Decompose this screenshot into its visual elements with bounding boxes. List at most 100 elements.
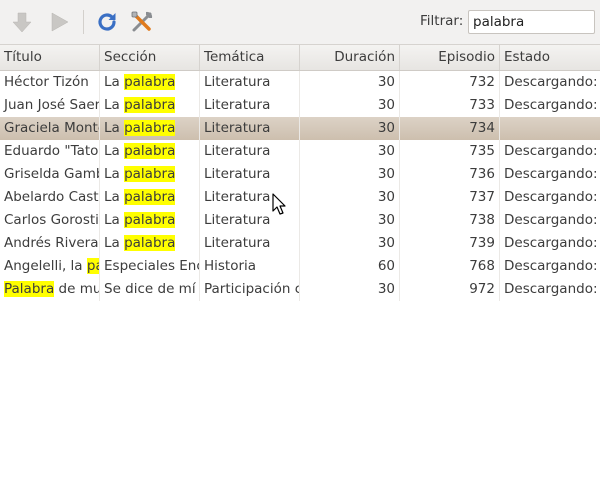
search-highlight: palabra [124, 97, 176, 113]
table-row[interactable]: Palabra de mujerSe dice de míParticipaci… [0, 278, 600, 301]
cell-estado: Descargando: 0 [504, 74, 600, 90]
refresh-button[interactable] [94, 9, 120, 35]
cell-estado: Descargando: 5 [504, 143, 600, 159]
cell-tematica: Literatura [200, 71, 300, 94]
column-header-titulo[interactable]: Título [0, 45, 100, 70]
mouse-pointer-icon [272, 193, 286, 215]
refresh-icon [98, 13, 116, 31]
cell-titulo: Angelelli, la palabra [0, 255, 100, 278]
search-highlight: Palabra [4, 281, 55, 297]
column-header-estado[interactable]: Estado [500, 45, 600, 70]
column-header-tematica[interactable]: Temática [200, 45, 300, 70]
search-highlight: palabra [86, 258, 99, 274]
cell-episodio: 768 [400, 255, 500, 278]
cell-seccion: La palabra [100, 232, 200, 255]
cell-titulo: Graciela Montes [0, 117, 100, 140]
search-highlight: palabra [124, 120, 176, 136]
cell-seccion: La palabra [100, 71, 200, 94]
cell-duracion: 30 [300, 71, 400, 94]
cell-episodio: 734 [400, 117, 500, 140]
cell-duracion: 30 [300, 117, 400, 140]
cell-estado: Descargando: 0 [504, 212, 600, 228]
cell-seccion: La palabra [100, 140, 200, 163]
cell-duracion: 60 [300, 255, 400, 278]
table-header: Título Sección Temática Duración Episodi… [0, 44, 600, 71]
cell-titulo: Héctor Tizón [0, 71, 100, 94]
table-row[interactable]: Andrés Rivera La palabra Literatura 30 739 De… [0, 232, 600, 255]
cell-estado: Descargando: 0 [504, 97, 600, 113]
cell-titulo: Eduardo "Tato" [0, 140, 100, 163]
cell-estado [500, 117, 600, 140]
cell-estado: Descargando: 0 [504, 281, 600, 297]
cell-duracion: 30 [300, 186, 400, 209]
column-header-seccion[interactable]: Sección [100, 45, 200, 70]
cell-duracion: 30 [300, 163, 400, 186]
search-highlight: palabra [124, 166, 176, 182]
cell-duracion: 30 [300, 232, 400, 255]
play-button[interactable] [46, 9, 72, 35]
cell-estado: Descargando: 0 [504, 235, 600, 251]
cell-estado: Descargando: 0 [504, 258, 600, 274]
cell-episodio: 738 [400, 209, 500, 232]
cell-episodio: 972 [400, 278, 500, 301]
episodes-table: Título Sección Temática Duración Episodi… [0, 44, 600, 301]
cell-duracion: 30 [300, 94, 400, 117]
cell-tematica: Literatura [200, 94, 300, 117]
toolbar: Filtrar: [0, 0, 600, 44]
table-row[interactable]: Eduardo "Tato" La palabra Literatura 30 735 D… [0, 140, 600, 163]
table-row[interactable]: Héctor Tizón La palabra Literatura 30 732 Des… [0, 71, 600, 94]
table-row[interactable]: Juan José Saer La palabra Literatura 30 733 D… [0, 94, 600, 117]
tools-icon [131, 11, 153, 32]
cell-tematica: Historia [200, 255, 300, 278]
filter-label: Filtrar: [420, 13, 464, 29]
cell-episodio: 737 [400, 186, 500, 209]
cell-seccion: La palabra [100, 117, 200, 140]
toolbar-separator [83, 10, 84, 34]
cell-seccion: Se dice de mí [100, 278, 200, 301]
preferences-button[interactable] [129, 9, 155, 35]
search-highlight: palabra [124, 189, 176, 205]
cell-titulo: Juan José Saer [0, 94, 100, 117]
cell-seccion: Especiales Enc [100, 255, 200, 278]
cell-duracion: 30 [300, 209, 400, 232]
cell-tematica: Literatura [200, 163, 300, 186]
cell-estado: Descargando: 0 [504, 166, 600, 182]
cell-tematica: Literatura [200, 140, 300, 163]
cell-titulo: Abelardo Castillo [0, 186, 100, 209]
cell-estado: Descargando: 0 [504, 189, 600, 205]
cell-seccion: La palabra [100, 94, 200, 117]
cell-episodio: 736 [400, 163, 500, 186]
download-button[interactable] [9, 9, 35, 35]
arrow-down-icon [12, 12, 32, 33]
cell-seccion: La palabra [100, 209, 200, 232]
table-row[interactable]: Angelelli, la palabraEspeciales EncHisto… [0, 255, 600, 278]
cell-tematica: Literatura [200, 117, 300, 140]
cell-duracion: 30 [300, 278, 400, 301]
filter-input[interactable] [468, 10, 595, 34]
table-row[interactable]: Graciela MontesLa palabraLiteratura30734 [0, 117, 600, 140]
cell-titulo: Griselda Gambaro [0, 163, 100, 186]
play-icon [51, 12, 69, 32]
cell-titulo: Andrés Rivera [0, 232, 100, 255]
cell-titulo: Carlos Gorostiza [0, 209, 100, 232]
cell-episodio: 732 [400, 71, 500, 94]
cell-tematica: Participación c [200, 278, 300, 301]
cell-duracion: 30 [300, 140, 400, 163]
column-header-episodio[interactable]: Episodio [400, 45, 500, 70]
cell-tematica: Literatura [200, 232, 300, 255]
table-row[interactable]: Griselda GambaroLa palabraLiteratura3073… [0, 163, 600, 186]
table-row[interactable]: Carlos GorostizaLa palabraLiteratura3073… [0, 209, 600, 232]
cell-titulo: Palabra de mujer [0, 278, 100, 301]
cell-episodio: 739 [400, 232, 500, 255]
search-highlight: palabra [124, 235, 176, 251]
cell-episodio: 733 [400, 94, 500, 117]
search-highlight: palabra [124, 212, 176, 228]
cell-seccion: La palabra [100, 186, 200, 209]
table-row[interactable]: Abelardo CastilloLa palabraLiteratura307… [0, 186, 600, 209]
cell-episodio: 735 [400, 140, 500, 163]
table-body: Héctor Tizón La palabra Literatura 30 732 Des… [0, 71, 600, 301]
search-highlight: palabra [124, 143, 176, 159]
column-header-duracion[interactable]: Duración [300, 45, 400, 70]
search-highlight: palabra [124, 74, 176, 90]
cell-seccion: La palabra [100, 163, 200, 186]
